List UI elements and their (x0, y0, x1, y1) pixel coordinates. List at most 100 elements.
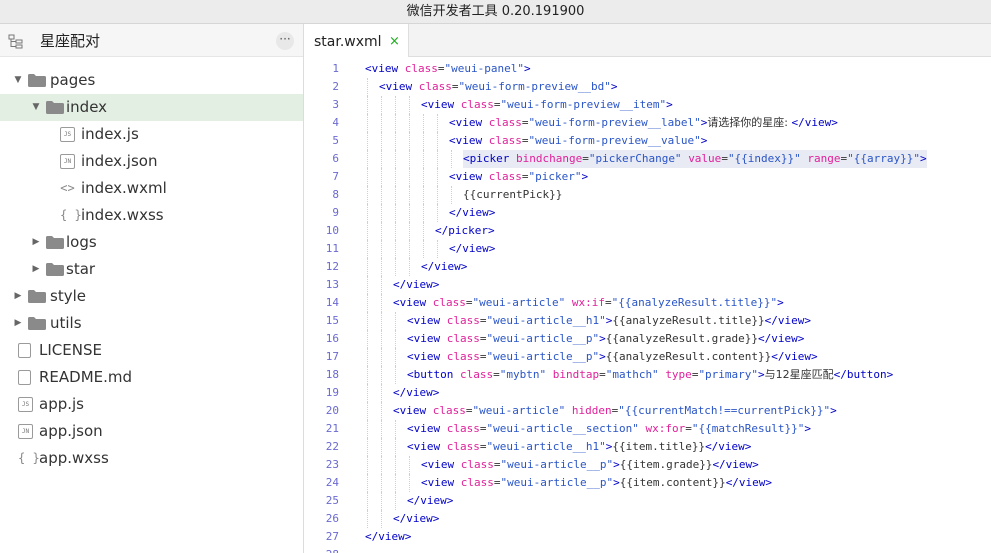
tree-item-label: README.md (39, 368, 133, 386)
code-token: type (665, 368, 692, 381)
code-token: <view (379, 80, 419, 93)
file-item-license[interactable]: LICENSE (0, 337, 303, 364)
indent-guide (451, 186, 452, 204)
code-token: {{analyzeResult.content}} (605, 350, 772, 363)
code-token: </picker> (435, 224, 495, 237)
code-token: "weui-article__p" (486, 350, 600, 363)
code-line: 17 <view class="weui-article__p">{{analyz… (305, 348, 991, 366)
file-item-readme-md[interactable]: README.md (0, 364, 303, 391)
folder-item-index[interactable]: ▼ index (0, 94, 303, 121)
indent-guide (395, 456, 396, 474)
code-token: = (437, 62, 445, 75)
indent-guide (409, 456, 410, 474)
indent-guide (437, 150, 438, 168)
code-token: </view> (393, 386, 440, 399)
code-token: "weui-article__p" (500, 458, 614, 471)
code-token: > (700, 134, 708, 147)
code-text: </view> (393, 510, 439, 528)
file-tree-icon[interactable] (8, 34, 24, 50)
chevron-down-icon[interactable]: ▼ (31, 94, 41, 121)
indent-guide (395, 474, 396, 492)
tree-item-label: index.wxss (81, 206, 164, 224)
code-token: = (479, 314, 487, 327)
more-options-button[interactable]: ··· (276, 32, 294, 50)
file-item-app-js[interactable]: JS app.js (0, 391, 303, 418)
code-token: <view (421, 476, 461, 489)
indent-guide (423, 186, 424, 204)
indent-guide (381, 366, 382, 384)
indent-guide (381, 384, 382, 402)
code-line: 1 <view class="weui-panel"> (305, 60, 991, 78)
code-line: 22 <view class="weui-article__h1">{{item.… (305, 438, 991, 456)
folder-item-logs[interactable]: ▶ logs (0, 229, 303, 256)
indent-guide (367, 276, 368, 294)
folder-icon (28, 317, 46, 330)
folder-item-star[interactable]: ▶ star (0, 256, 303, 283)
code-token: class (418, 80, 452, 93)
indent-guide (395, 366, 396, 384)
code-text: </view> (393, 276, 439, 294)
code-token: {{item.title}} (612, 440, 706, 453)
code-line: 10 </picker> (305, 222, 991, 240)
tab-star-wxml[interactable]: star.wxml × (305, 24, 409, 57)
code-token: = (721, 152, 728, 165)
indent-guide (367, 384, 368, 402)
line-number: 8 (332, 188, 339, 201)
indent-guide (381, 402, 382, 420)
code-token: <button (407, 368, 460, 381)
code-token: = (465, 296, 473, 309)
chevron-down-icon[interactable]: ▼ (13, 67, 23, 94)
indent-guide (367, 222, 368, 240)
file-explorer: 星座配对 ··· ▼ pages ▼ index JS index.js JN index.j… (0, 24, 304, 553)
close-icon[interactable]: × (389, 24, 400, 60)
chevron-right-icon[interactable]: ▶ (31, 256, 41, 283)
indent-guide (367, 186, 368, 204)
code-text: <view class="weui-article__h1">{{analyze… (407, 312, 811, 330)
code-token: </view> (365, 530, 412, 543)
file-item-index-wxml[interactable]: <> index.wxml (0, 175, 303, 202)
indent-guide (409, 474, 410, 492)
code-token: range (807, 152, 841, 165)
code-text: {{currentPick}} (463, 186, 562, 204)
code-text: <view class="weui-article__h1">{{item.ti… (407, 438, 751, 456)
code-token: "{{array}}" (847, 152, 921, 165)
indent-guide (367, 96, 368, 114)
chevron-right-icon[interactable]: ▶ (13, 283, 23, 310)
code-token: <view (449, 134, 489, 147)
code-token: "picker" (528, 170, 582, 183)
js-file-icon: JS (18, 397, 33, 412)
folder-item-utils[interactable]: ▶ utils (0, 310, 303, 337)
code-token: = (465, 404, 473, 417)
folder-item-style[interactable]: ▶ style (0, 283, 303, 310)
chevron-right-icon[interactable]: ▶ (31, 229, 41, 256)
code-token: class (432, 296, 466, 309)
file-item-app-wxss[interactable]: { } app.wxss (0, 445, 303, 472)
code-token: <view (365, 62, 405, 75)
code-token: </view> (725, 476, 773, 489)
file-item-index-json[interactable]: JN index.json (0, 148, 303, 175)
chevron-right-icon[interactable]: ▶ (13, 310, 23, 337)
folder-item-pages[interactable]: ▼ pages (0, 67, 303, 94)
code-token: <view (407, 350, 447, 363)
code-token: = (582, 152, 589, 165)
indent-guide (381, 114, 382, 132)
project-name: 星座配对 (40, 32, 101, 50)
code-token: value (688, 152, 722, 165)
indent-guide (437, 168, 438, 186)
code-token: class (488, 170, 522, 183)
code-text: </view> (393, 384, 439, 402)
line-number: 22 (325, 440, 339, 453)
tab-label: star.wxml (314, 34, 382, 50)
code-token: <picker (463, 152, 516, 165)
file-item-index-wxss[interactable]: { } index.wxss (0, 202, 303, 229)
code-token: = (493, 476, 501, 489)
indent-guide (395, 348, 396, 366)
code-token: class (460, 476, 494, 489)
code-area[interactable]: 1 <view class="weui-panel"> 2 <view class="… (305, 60, 991, 553)
file-item-app-json[interactable]: JN app.json (0, 418, 303, 445)
file-item-index-js[interactable]: JS index.js (0, 121, 303, 148)
folder-icon (46, 101, 64, 114)
code-token: "{{index}}" (727, 152, 801, 165)
code-token: {{currentPick}} (463, 188, 563, 201)
